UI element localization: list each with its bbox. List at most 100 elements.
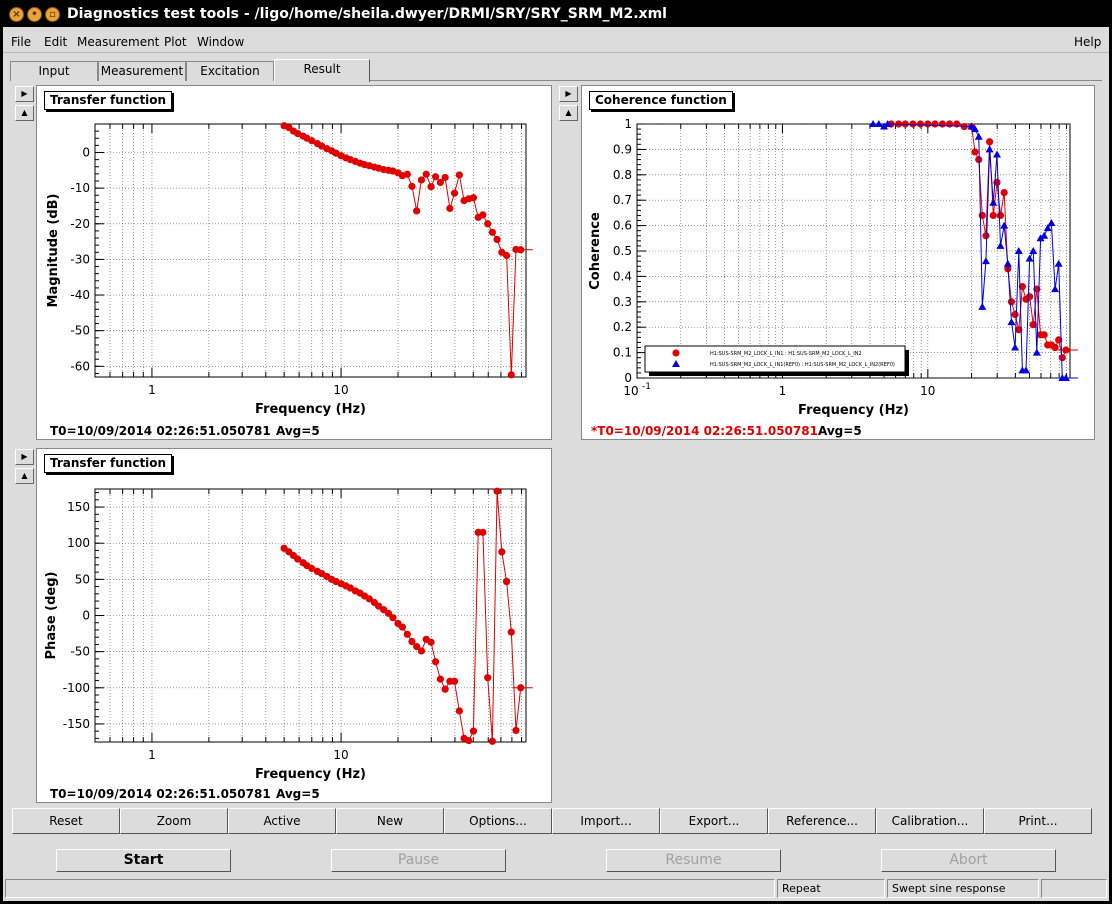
- tab-bar: Input Measurement Excitation Result: [10, 59, 1102, 82]
- y-tick-label: -60: [70, 359, 90, 373]
- abort-button[interactable]: Abort: [881, 849, 1056, 872]
- data-point: [455, 707, 463, 715]
- y-axis-label: Coherence: [588, 212, 603, 290]
- data-point: [996, 211, 1005, 220]
- data-point: [450, 677, 459, 685]
- data-point: [450, 189, 459, 197]
- data-point: [945, 120, 954, 128]
- data-point: [498, 548, 506, 556]
- tab-excitation[interactable]: Excitation: [186, 61, 274, 81]
- tab-measurement[interactable]: Measurement: [98, 61, 186, 81]
- import-button[interactable]: Import...: [552, 808, 660, 834]
- close-icon[interactable]: ×: [9, 7, 24, 22]
- x-tick-label-exponent: -1: [642, 382, 651, 392]
- data-point: [982, 232, 990, 240]
- new-button[interactable]: New: [336, 808, 444, 834]
- phase-plot[interactable]: 150 100 50 0 -50 -100 -150 1 10 Frequency (Hz) Pha…: [37, 449, 553, 804]
- active-button[interactable]: Active: [228, 808, 336, 834]
- data-point: [924, 120, 932, 128]
- data-point: [916, 120, 925, 128]
- window-title: Diagnostics test tools - /ligo/home/shei…: [67, 6, 667, 22]
- tab-result[interactable]: Result: [274, 59, 370, 82]
- magnitude-plot[interactable]: 0 -10 -20 -30 -40 -50 -60 1 10 Frequency (Hz) Magn…: [37, 86, 553, 441]
- y-tick-label: 0.5: [613, 244, 632, 258]
- pause-button[interactable]: Pause: [331, 849, 506, 872]
- x-axis-label: Frequency (Hz): [255, 767, 366, 782]
- main-window: × • ▫ Diagnostics test tools - /ligo/hom…: [3, 3, 1109, 901]
- phase-plot-title: Transfer function: [44, 454, 173, 473]
- y-tick-label: -50: [70, 324, 90, 338]
- panel1-expand-button[interactable]: ▶: [15, 86, 34, 102]
- panel2-expand-button[interactable]: ▶: [559, 86, 578, 102]
- y-tick-label: -30: [70, 252, 90, 266]
- data-point: [493, 487, 501, 495]
- legend-label-1: H1:SUS-SRM_M2_LOCK_L_IN1(REF0) : H1:SUS-…: [710, 362, 895, 368]
- action-row: Start Pause Resume Abort: [3, 849, 1109, 873]
- data-point: [455, 171, 463, 179]
- data-point: [427, 183, 435, 191]
- data-point: [1058, 354, 1066, 362]
- zoom-button[interactable]: Zoom: [120, 808, 228, 834]
- data-point: [493, 235, 501, 244]
- coherence-plot[interactable]: 0 0.1 0.2 0.3 0.4 0.5 0.6 0.7 0.8 0.9 1 10 -1 1 10 Freq…: [582, 86, 1096, 441]
- data-point: [1025, 293, 1034, 301]
- phase-plot-panel[interactable]: 150 100 50 0 -50 -100 -150 1 10 Frequency (Hz) Pha…: [36, 448, 552, 803]
- calibration-button[interactable]: Calibration...: [876, 808, 984, 834]
- data-point: [479, 211, 487, 219]
- coherence-plot-panel[interactable]: 0 0.1 0.2 0.3 0.4 0.5 0.6 0.7 0.8 0.9 1 10 -1 1 10 Freq…: [581, 85, 1095, 440]
- options-button[interactable]: Options...: [444, 808, 552, 834]
- y-tick-label: -50: [70, 645, 90, 659]
- start-button[interactable]: Start: [56, 849, 231, 872]
- title-bar: × • ▫ Diagnostics test tools - /ligo/hom…: [3, 3, 1109, 27]
- panel3-expand-button[interactable]: ▶: [15, 449, 34, 465]
- y-tick-label: 0: [624, 371, 632, 385]
- x-tick-label: 1: [148, 748, 156, 762]
- data-point: [431, 173, 440, 181]
- panel3-collapse-button[interactable]: ▲: [15, 468, 34, 484]
- maximize-icon[interactable]: ▫: [45, 7, 60, 22]
- magnitude-plot-panel[interactable]: 0 -10 -20 -30 -40 -50 -60 1 10 Frequency (Hz) Magn…: [36, 85, 552, 440]
- data-point: [389, 614, 397, 622]
- resume-button[interactable]: Resume: [606, 849, 781, 872]
- tab-input[interactable]: Input: [10, 61, 98, 81]
- export-button[interactable]: Export...: [660, 808, 768, 834]
- menu-help[interactable]: Help: [1074, 35, 1101, 49]
- menu-file[interactable]: File: [11, 35, 31, 49]
- data-point: [441, 173, 449, 182]
- magnitude-plot-title: Transfer function: [44, 91, 173, 110]
- legend-label-0: H1:SUS-SRM_M2_LOCK_L_IN1 : H1:SUS-SRM_M2…: [710, 351, 862, 357]
- y-tick-label: 0: [82, 609, 90, 623]
- menu-plot[interactable]: Plot: [164, 35, 187, 49]
- data-point: [1007, 298, 1016, 306]
- menu-edit[interactable]: Edit: [44, 35, 67, 49]
- minimize-icon[interactable]: •: [27, 7, 42, 22]
- data-point: [1040, 331, 1048, 339]
- data-point: [469, 194, 478, 202]
- coherence-t0-label: *T0=10/09/2014 02:26:51.050781: [591, 424, 818, 438]
- print-button[interactable]: Print...: [984, 808, 1092, 834]
- reset-button[interactable]: Reset: [12, 808, 120, 834]
- panel2-collapse-button[interactable]: ▲: [559, 105, 578, 121]
- phase-t0-label: T0=10/09/2014 02:26:51.050781: [50, 787, 271, 801]
- menu-measurement[interactable]: Measurement: [77, 35, 159, 49]
- y-tick-label: 0.6: [613, 219, 632, 233]
- data-point: [408, 182, 416, 190]
- data-point: [488, 737, 496, 745]
- menu-window[interactable]: Window: [197, 35, 244, 49]
- x-tick-label: 1: [779, 384, 787, 398]
- data-point: [436, 675, 444, 683]
- x-tick-label: 10: [333, 383, 348, 397]
- data-point: [484, 674, 492, 682]
- coherence-legend: H1:SUS-SRM_M2_LOCK_L_IN1 : H1:SUS-SRM_M2…: [644, 345, 909, 376]
- y-tick-label: -20: [70, 217, 90, 231]
- y-tick-label: -100: [63, 681, 90, 695]
- data-point: [398, 623, 407, 631]
- magnitude-avg-label: Avg=5: [276, 424, 320, 438]
- y-tick-label: -40: [70, 288, 90, 302]
- data-point: [502, 251, 511, 260]
- reference-button[interactable]: Reference...: [768, 808, 876, 834]
- panel1-collapse-button[interactable]: ▲: [15, 105, 34, 121]
- data-point: [931, 120, 939, 128]
- x-axis-label: Frequency (Hz): [255, 402, 366, 417]
- data-point: [431, 658, 440, 666]
